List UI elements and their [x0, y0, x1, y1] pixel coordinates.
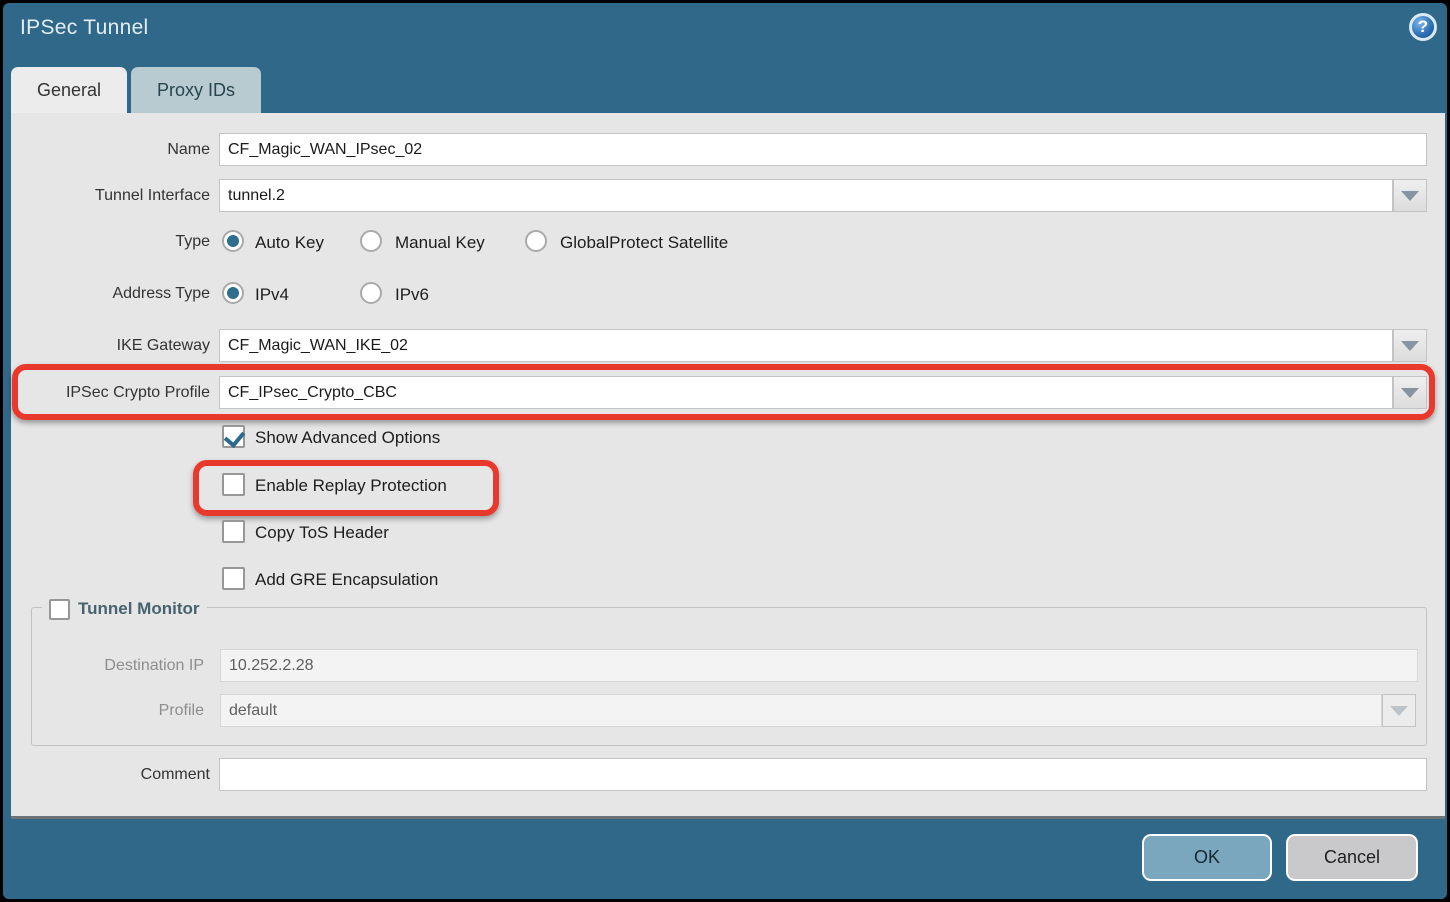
add-gre-encapsulation-checkbox[interactable]: [222, 567, 245, 590]
help-icon[interactable]: ?: [1409, 13, 1437, 41]
dialog-footer: OK Cancel: [3, 819, 1447, 899]
radio-ipv4[interactable]: [222, 282, 244, 304]
chevron-down-icon: [1390, 706, 1408, 716]
radio-ipv4-label: IPv4: [255, 283, 289, 307]
ipsec-crypto-profile-input[interactable]: CF_IPsec_Crypto_CBC: [219, 376, 1393, 409]
tunnel-monitor-section: Tunnel Monitor Destination IP 10.252.2.2…: [31, 607, 1427, 746]
destination-ip-input: 10.252.2.28: [220, 649, 1418, 682]
copy-tos-header-label: Copy ToS Header: [255, 519, 389, 546]
dialog-window: IPSec Tunnel ? General Proxy IDs Name CF…: [3, 3, 1447, 899]
name-label: Name: [11, 133, 210, 166]
general-tab-panel: Name CF_Magic_WAN_IPsec_02 Tunnel Interf…: [11, 113, 1445, 819]
radio-ipv6-label: IPv6: [395, 283, 429, 307]
chevron-down-icon: [1401, 191, 1419, 201]
radio-manual-key-label: Manual Key: [395, 231, 485, 255]
tab-proxy-ids[interactable]: Proxy IDs: [131, 67, 261, 113]
ipsec-crypto-profile-dropdown-button[interactable]: [1393, 376, 1427, 409]
dialog-title: IPSec Tunnel: [20, 16, 149, 40]
comment-input[interactable]: [219, 758, 1427, 791]
ipsec-crypto-profile-label: IPSec Crypto Profile: [11, 376, 210, 409]
ipsec-tunnel-dialog: IPSec Tunnel ? General Proxy IDs Name CF…: [0, 0, 1450, 902]
cancel-button[interactable]: Cancel: [1286, 834, 1418, 881]
radio-manual-key[interactable]: [360, 230, 382, 252]
tunnel-interface-dropdown-button[interactable]: [1393, 179, 1427, 212]
destination-ip-label: Destination IP: [32, 649, 204, 682]
address-type-label: Address Type: [11, 280, 210, 308]
type-label: Type: [11, 228, 210, 256]
enable-replay-protection-label: Enable Replay Protection: [255, 472, 447, 499]
radio-globalprotect-satellite-label: GlobalProtect Satellite: [560, 231, 728, 255]
copy-tos-header-checkbox[interactable]: [222, 520, 245, 543]
radio-auto-key[interactable]: [222, 230, 244, 252]
chevron-down-icon: [1401, 388, 1419, 398]
chevron-down-icon: [1401, 341, 1419, 351]
name-input[interactable]: CF_Magic_WAN_IPsec_02: [219, 133, 1427, 166]
radio-ipv6[interactable]: [360, 282, 382, 304]
radio-auto-key-label: Auto Key: [255, 231, 324, 255]
show-advanced-options-checkbox[interactable]: [222, 425, 245, 448]
tab-bar: General Proxy IDs: [11, 67, 261, 113]
ike-gateway-input[interactable]: CF_Magic_WAN_IKE_02: [219, 329, 1393, 362]
profile-label: Profile: [32, 694, 204, 727]
profile-dropdown-button: [1382, 694, 1416, 727]
radio-globalprotect-satellite[interactable]: [525, 230, 547, 252]
profile-input: default: [220, 694, 1382, 727]
tab-general[interactable]: General: [11, 67, 127, 113]
ike-gateway-dropdown-button[interactable]: [1393, 329, 1427, 362]
tunnel-monitor-checkbox[interactable]: [49, 599, 70, 620]
tunnel-monitor-label: Tunnel Monitor: [78, 599, 200, 619]
tunnel-monitor-legend: Tunnel Monitor: [42, 596, 207, 622]
enable-replay-protection-checkbox[interactable]: [222, 473, 245, 496]
comment-label: Comment: [11, 758, 210, 791]
add-gre-encapsulation-label: Add GRE Encapsulation: [255, 566, 438, 593]
show-advanced-options-label: Show Advanced Options: [255, 424, 440, 451]
tunnel-interface-input[interactable]: tunnel.2: [219, 179, 1393, 212]
ike-gateway-label: IKE Gateway: [11, 329, 210, 362]
ok-button[interactable]: OK: [1142, 834, 1272, 881]
tunnel-interface-label: Tunnel Interface: [11, 179, 210, 212]
